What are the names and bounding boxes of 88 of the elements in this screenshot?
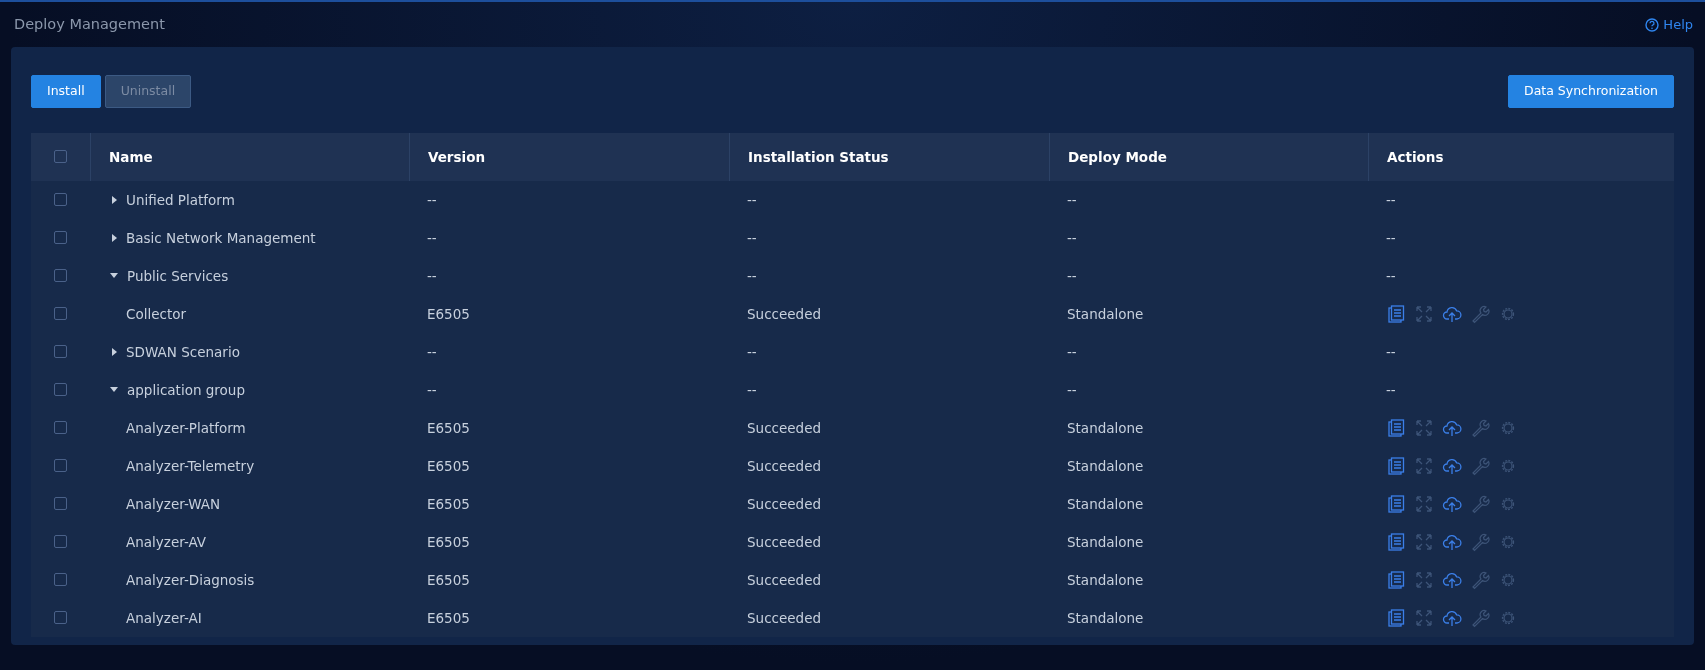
caret-icon[interactable]: [110, 273, 118, 279]
module-name: Analyzer-Platform: [126, 418, 246, 438]
status-text: Succeeded: [747, 533, 822, 550]
row-checkbox[interactable]: [54, 497, 67, 511]
module-name: Analyzer-Diagnosis: [126, 570, 255, 590]
module-name: Collector: [126, 304, 187, 324]
column-header: Name: [109, 147, 153, 167]
actions-text: --: [1386, 191, 1396, 208]
document-icon[interactable]: [1386, 569, 1406, 590]
row-checkbox[interactable]: [54, 535, 67, 549]
document-icon[interactable]: [1386, 303, 1406, 324]
deploy-mode-text: Standalone: [1067, 457, 1144, 474]
actions-text: --: [1386, 381, 1396, 398]
column-header: Installation Status: [748, 147, 889, 167]
row-checkbox[interactable]: [54, 573, 67, 587]
status-text: Succeeded: [747, 457, 822, 474]
status-text: Succeeded: [747, 419, 822, 436]
document-icon[interactable]: [1386, 455, 1406, 476]
document-icon[interactable]: [1386, 493, 1406, 514]
deploy-mode-text: Standalone: [1067, 419, 1144, 436]
actions-text: --: [1386, 343, 1396, 360]
version-text: --: [427, 229, 437, 246]
help-icon: [1645, 17, 1660, 32]
status-text: Succeeded: [747, 571, 822, 588]
deploy-mode-text: Standalone: [1067, 495, 1144, 512]
version-text: --: [427, 267, 437, 284]
status-text: --: [747, 381, 757, 398]
data-synchronization-button[interactable]: Data Synchronization: [1508, 75, 1674, 108]
version-text: --: [427, 381, 437, 398]
status-text: --: [747, 191, 757, 208]
status-text: Succeeded: [747, 305, 822, 322]
column-header: Deploy Mode: [1068, 147, 1167, 167]
column-header: Actions: [1387, 147, 1444, 167]
version-text: E6505: [427, 571, 470, 588]
deploy-mode-text: --: [1067, 343, 1077, 360]
deploy-mode-text: Standalone: [1067, 571, 1144, 588]
version-text: E6505: [427, 457, 470, 474]
row-checkbox[interactable]: [54, 611, 67, 625]
status-text: Succeeded: [747, 495, 822, 512]
document-icon[interactable]: [1386, 417, 1406, 438]
actions-text: --: [1386, 229, 1396, 246]
version-text: E6505: [427, 419, 470, 436]
caret-icon[interactable]: [112, 347, 117, 356]
group-name: SDWAN Scenario: [126, 342, 240, 362]
caret-icon[interactable]: [110, 387, 118, 393]
deploy-mode-text: --: [1067, 381, 1077, 398]
module-name: Analyzer-Telemetry: [126, 456, 255, 476]
version-text: E6505: [427, 609, 470, 626]
column-header: Version: [428, 147, 486, 167]
version-text: --: [427, 191, 437, 208]
deploy-mode-text: --: [1067, 191, 1077, 208]
install-button[interactable]: Install: [31, 75, 101, 108]
row-checkbox[interactable]: [54, 307, 67, 321]
row-checkbox[interactable]: [54, 193, 67, 207]
deploy-mode-text: --: [1067, 229, 1077, 246]
document-icon[interactable]: [1386, 531, 1406, 552]
select-all-checkbox[interactable]: [54, 150, 67, 164]
module-name: Analyzer-AI: [126, 608, 202, 628]
status-text: Succeeded: [747, 609, 822, 626]
caret-icon[interactable]: [112, 195, 117, 204]
row-checkbox[interactable]: [54, 269, 67, 283]
group-name: application group: [127, 380, 245, 400]
module-name: Analyzer-AV: [126, 532, 207, 552]
deploy-mode-text: Standalone: [1067, 533, 1144, 550]
document-icon[interactable]: [1386, 607, 1406, 628]
version-text: E6505: [427, 305, 470, 322]
deploy-mode-text: Standalone: [1067, 609, 1144, 626]
version-text: --: [427, 343, 437, 360]
row-checkbox[interactable]: [54, 231, 67, 245]
row-checkbox[interactable]: [54, 421, 67, 435]
deploy-mode-text: Standalone: [1067, 305, 1144, 322]
status-text: --: [747, 229, 757, 246]
group-name: Unified Platform: [126, 190, 235, 210]
group-name: Basic Network Management: [126, 228, 316, 248]
caret-icon[interactable]: [112, 233, 117, 242]
module-name: Analyzer-WAN: [126, 494, 221, 514]
status-text: --: [747, 343, 757, 360]
group-name: Public Services: [127, 266, 229, 286]
row-checkbox[interactable]: [54, 383, 67, 397]
actions-text: --: [1386, 267, 1396, 284]
deploy-mode-text: --: [1067, 267, 1077, 284]
status-text: --: [747, 267, 757, 284]
page-title: Deploy Management: [14, 14, 165, 34]
row-checkbox[interactable]: [54, 459, 67, 473]
row-checkbox[interactable]: [54, 345, 67, 359]
version-text: E6505: [427, 533, 470, 550]
version-text: E6505: [427, 495, 470, 512]
help-link[interactable]: Help: [1645, 14, 1693, 35]
